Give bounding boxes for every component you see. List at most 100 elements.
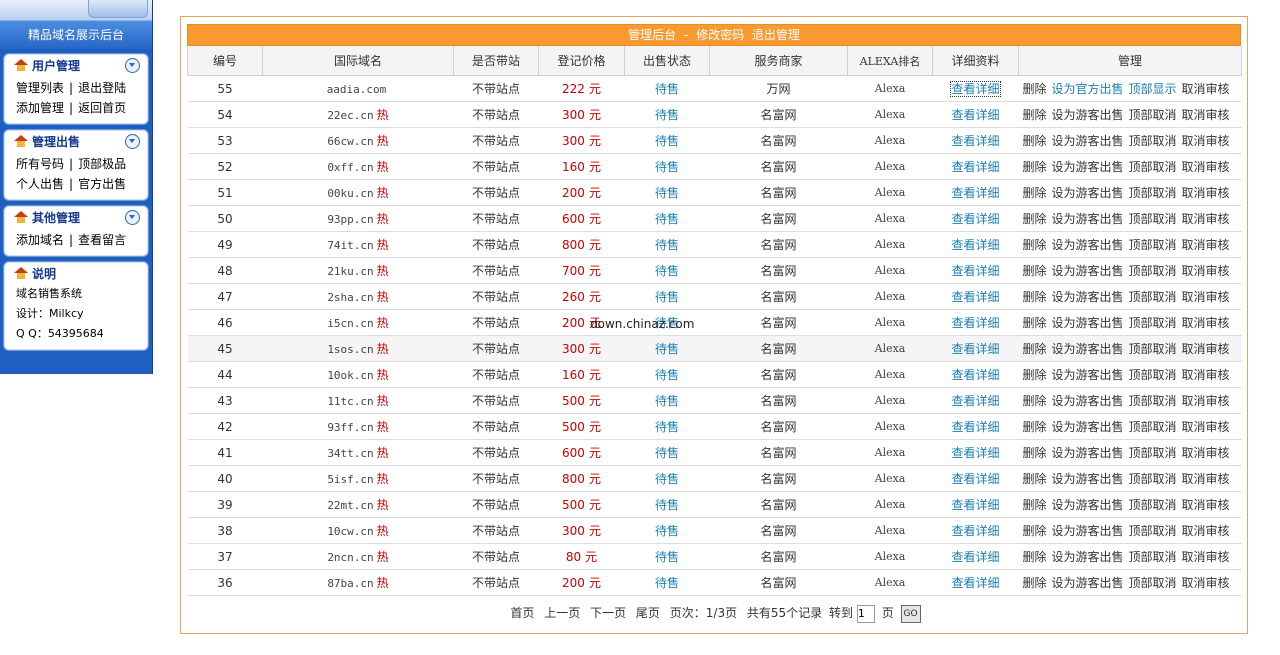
top-toggle-link[interactable]: 顶部取消 xyxy=(1129,368,1177,382)
pager-prev[interactable]: 上一页 xyxy=(544,606,580,620)
set-sale-type-link[interactable]: 设为游客出售 xyxy=(1052,550,1124,564)
delete-link[interactable]: 删除 xyxy=(1023,82,1047,96)
view-detail-link[interactable]: 查看详细 xyxy=(951,160,999,174)
cell-alexa[interactable]: Alexa xyxy=(847,179,933,206)
delete-link[interactable]: 删除 xyxy=(1023,394,1047,408)
view-detail-link[interactable]: 查看详细 xyxy=(951,238,999,252)
cell-alexa[interactable]: Alexa xyxy=(847,75,933,102)
cell-alexa[interactable]: Alexa xyxy=(847,387,933,414)
view-detail-link[interactable]: 查看详细 xyxy=(951,498,999,512)
delete-link[interactable]: 删除 xyxy=(1023,108,1047,122)
top-toggle-link[interactable]: 顶部取消 xyxy=(1129,264,1177,278)
delete-link[interactable]: 删除 xyxy=(1023,498,1047,512)
view-detail-link[interactable]: 查看详细 xyxy=(951,134,999,148)
cancel-review-link[interactable]: 取消审核 xyxy=(1182,186,1230,200)
link-logout[interactable]: 退出登陆 xyxy=(78,81,126,95)
delete-link[interactable]: 删除 xyxy=(1023,524,1047,538)
chevron-down-icon[interactable] xyxy=(125,210,140,225)
top-toggle-link[interactable]: 顶部取消 xyxy=(1129,238,1177,252)
cancel-review-link[interactable]: 取消审核 xyxy=(1182,420,1230,434)
top-toggle-link[interactable]: 顶部取消 xyxy=(1129,550,1177,564)
cancel-review-link[interactable]: 取消审核 xyxy=(1182,238,1230,252)
top-toggle-link[interactable]: 顶部取消 xyxy=(1129,524,1177,538)
link-view-messages[interactable]: 查看留言 xyxy=(78,233,126,247)
top-toggle-link[interactable]: 顶部取消 xyxy=(1129,420,1177,434)
cancel-review-link[interactable]: 取消审核 xyxy=(1182,472,1230,486)
top-toggle-link[interactable]: 顶部取消 xyxy=(1129,186,1177,200)
delete-link[interactable]: 删除 xyxy=(1023,160,1047,174)
cell-alexa[interactable]: Alexa xyxy=(847,231,933,258)
cancel-review-link[interactable]: 取消审核 xyxy=(1182,446,1230,460)
cancel-review-link[interactable]: 取消审核 xyxy=(1182,394,1230,408)
chevron-down-icon[interactable] xyxy=(125,134,140,149)
pager-next[interactable]: 下一页 xyxy=(590,606,626,620)
top-toggle-link[interactable]: 顶部取消 xyxy=(1129,576,1177,590)
cell-alexa[interactable]: Alexa xyxy=(847,543,933,570)
page-number-input[interactable] xyxy=(856,604,875,623)
set-sale-type-link[interactable]: 设为游客出售 xyxy=(1052,368,1124,382)
set-sale-type-link[interactable]: 设为游客出售 xyxy=(1052,212,1124,226)
set-sale-type-link[interactable]: 设为官方出售 xyxy=(1052,82,1124,96)
cell-alexa[interactable]: Alexa xyxy=(847,465,933,492)
link-personal-sale[interactable]: 个人出售 xyxy=(16,177,64,191)
top-toggle-link[interactable]: 顶部取消 xyxy=(1129,316,1177,330)
top-toggle-link[interactable]: 顶部显示 xyxy=(1129,82,1177,96)
set-sale-type-link[interactable]: 设为游客出售 xyxy=(1052,420,1124,434)
go-button[interactable]: GO xyxy=(900,604,921,623)
top-toggle-link[interactable]: 顶部取消 xyxy=(1129,498,1177,512)
header-change-password-link[interactable]: 修改密码 xyxy=(696,28,744,42)
top-toggle-link[interactable]: 顶部取消 xyxy=(1129,446,1177,460)
cancel-review-link[interactable]: 取消审核 xyxy=(1182,576,1230,590)
cell-alexa[interactable]: Alexa xyxy=(847,127,933,154)
delete-link[interactable]: 删除 xyxy=(1023,212,1047,226)
view-detail-link[interactable]: 查看详细 xyxy=(951,316,999,330)
sidebar-top-tab[interactable] xyxy=(88,0,148,18)
cell-alexa[interactable]: Alexa xyxy=(847,335,933,362)
header-logout-link[interactable]: 退出管理 xyxy=(752,28,800,42)
cell-alexa[interactable]: Alexa xyxy=(847,491,933,518)
view-detail-link[interactable]: 查看详细 xyxy=(951,264,999,278)
delete-link[interactable]: 删除 xyxy=(1023,368,1047,382)
cancel-review-link[interactable]: 取消审核 xyxy=(1182,134,1230,148)
set-sale-type-link[interactable]: 设为游客出售 xyxy=(1052,342,1124,356)
cancel-review-link[interactable]: 取消审核 xyxy=(1182,82,1230,96)
set-sale-type-link[interactable]: 设为游客出售 xyxy=(1052,498,1124,512)
cancel-review-link[interactable]: 取消审核 xyxy=(1182,212,1230,226)
cell-alexa[interactable]: Alexa xyxy=(847,205,933,232)
view-detail-link[interactable]: 查看详细 xyxy=(950,81,1001,97)
view-detail-link[interactable]: 查看详细 xyxy=(951,524,999,538)
link-all-numbers[interactable]: 所有号码 xyxy=(16,157,64,171)
set-sale-type-link[interactable]: 设为游客出售 xyxy=(1052,186,1124,200)
link-home[interactable]: 返回首页 xyxy=(78,101,126,115)
view-detail-link[interactable]: 查看详细 xyxy=(951,290,999,304)
pager-last[interactable]: 尾页 xyxy=(636,606,660,620)
cell-alexa[interactable]: Alexa xyxy=(847,517,933,544)
cancel-review-link[interactable]: 取消审核 xyxy=(1182,160,1230,174)
link-official-sale[interactable]: 官方出售 xyxy=(78,177,126,191)
cancel-review-link[interactable]: 取消审核 xyxy=(1182,108,1230,122)
cell-alexa[interactable]: Alexa xyxy=(847,101,933,128)
set-sale-type-link[interactable]: 设为游客出售 xyxy=(1052,108,1124,122)
pager-first[interactable]: 首页 xyxy=(510,606,534,620)
view-detail-link[interactable]: 查看详细 xyxy=(951,446,999,460)
top-toggle-link[interactable]: 顶部取消 xyxy=(1129,394,1177,408)
top-toggle-link[interactable]: 顶部取消 xyxy=(1129,108,1177,122)
delete-link[interactable]: 删除 xyxy=(1023,550,1047,564)
link-add-domain[interactable]: 添加域名 xyxy=(16,233,64,247)
view-detail-link[interactable]: 查看详细 xyxy=(951,420,999,434)
cancel-review-link[interactable]: 取消审核 xyxy=(1182,264,1230,278)
top-toggle-link[interactable]: 顶部取消 xyxy=(1129,342,1177,356)
link-admin-list[interactable]: 管理列表 xyxy=(16,81,64,95)
top-toggle-link[interactable]: 顶部取消 xyxy=(1129,212,1177,226)
cancel-review-link[interactable]: 取消审核 xyxy=(1182,368,1230,382)
top-toggle-link[interactable]: 顶部取消 xyxy=(1129,472,1177,486)
delete-link[interactable]: 删除 xyxy=(1023,238,1047,252)
delete-link[interactable]: 删除 xyxy=(1023,316,1047,330)
set-sale-type-link[interactable]: 设为游客出售 xyxy=(1052,524,1124,538)
cell-alexa[interactable]: Alexa xyxy=(847,153,933,180)
cancel-review-link[interactable]: 取消审核 xyxy=(1182,342,1230,356)
set-sale-type-link[interactable]: 设为游客出售 xyxy=(1052,446,1124,460)
set-sale-type-link[interactable]: 设为游客出售 xyxy=(1052,238,1124,252)
view-detail-link[interactable]: 查看详细 xyxy=(951,342,999,356)
cancel-review-link[interactable]: 取消审核 xyxy=(1182,290,1230,304)
